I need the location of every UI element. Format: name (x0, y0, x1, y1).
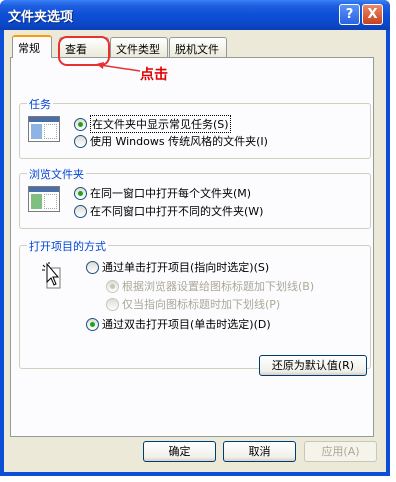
tab-offline-files[interactable]: 脱机文件 (169, 37, 227, 57)
window-title: 文件夹选项 (8, 10, 74, 25)
radio-classic-folders[interactable] (74, 134, 87, 148)
click-items-group-title: 打开项目的方式 (27, 238, 108, 254)
tasks-illustration-icon (28, 116, 60, 142)
browse-folders-group: 浏览文件夹 在同一窗口中打开每个文件夹(M) 在不同窗口中打开不同的文件夹(W) (19, 166, 371, 229)
tab-general-label: 常规 (18, 42, 40, 55)
browse-folders-group-title: 浏览文件夹 (27, 166, 86, 182)
annotation-label: 点击 (140, 67, 168, 83)
radio-underline-browser[interactable] (106, 279, 119, 293)
help-icon: ? (345, 7, 354, 22)
radio-double-click[interactable] (86, 317, 99, 331)
option-same-window-label: 在同一窗口中打开每个文件夹(M) (90, 187, 252, 200)
tab-general[interactable]: 常规 (12, 35, 52, 58)
tasks-group: 任务 在文件夹中显示常见任务(S) 使用 Windows 传统风格的文件夹(I) (19, 96, 371, 159)
apply-button[interactable]: 应用(A) (304, 441, 377, 462)
option-separate-windows-label: 在不同窗口中打开不同的文件夹(W) (90, 205, 264, 218)
option-classic-folders-label: 使用 Windows 传统风格的文件夹(I) (90, 135, 268, 148)
window-frame-right (386, 30, 390, 476)
annotation-arrow-icon (96, 62, 141, 72)
close-button[interactable]: X (362, 4, 383, 25)
restore-defaults-button[interactable]: 还原为默认值(R) (259, 355, 367, 376)
option-single-click[interactable]: 通过单击打开项目(指向时选定)(S) (86, 259, 269, 275)
option-separate-windows[interactable]: 在不同窗口中打开不同的文件夹(W) (74, 203, 263, 219)
option-double-click[interactable]: 通过双击打开项目(单击时选定)(D) (86, 316, 271, 332)
window-frame-bottom (0, 472, 390, 476)
option-underline-browser-label: 根据浏览器设置给图标标题加下划线(B) (122, 280, 315, 293)
general-tab-panel: 任务 在文件夹中显示常见任务(S) 使用 Windows 传统风格的文件夹(I)… (10, 57, 374, 437)
dialog-client-area: 常规 查看 文件类型 脱机文件 任务 在文件夹中显示常见任务(S) 使用 Win… (4, 30, 386, 472)
option-double-click-label: 通过双击打开项目(单击时选定)(D) (102, 318, 271, 331)
radio-separate-windows[interactable] (74, 204, 87, 218)
radio-same-window[interactable] (74, 186, 87, 200)
browse-illustration-icon (28, 186, 60, 212)
option-classic-folders[interactable]: 使用 Windows 传统风格的文件夹(I) (74, 133, 268, 149)
click-cursor-icon (40, 262, 66, 292)
tab-file-types[interactable]: 文件类型 (110, 37, 168, 57)
radio-underline-point[interactable] (106, 297, 119, 311)
option-show-common-tasks[interactable]: 在文件夹中显示常见任务(S) (74, 115, 231, 133)
click-items-group: 打开项目的方式 通过单击打开项目(指向时选定)(S) 根据浏览器设置给图标标题加… (19, 238, 371, 369)
close-icon: X (367, 7, 378, 22)
radio-single-click[interactable] (86, 260, 99, 274)
cancel-button[interactable]: 取消 (223, 441, 296, 462)
radio-show-common-tasks[interactable] (74, 117, 87, 131)
option-single-click-label: 通过单击打开项目(指向时选定)(S) (102, 261, 270, 274)
ok-button[interactable]: 确定 (143, 441, 216, 462)
title-bar[interactable]: 文件夹选项 ? X (0, 0, 390, 30)
tasks-group-title: 任务 (27, 96, 53, 112)
tab-offline-files-label: 脱机文件 (175, 43, 219, 56)
option-same-window[interactable]: 在同一窗口中打开每个文件夹(M) (74, 185, 251, 201)
option-underline-point[interactable]: 仅当指向图标标题时加下划线(P) (106, 296, 280, 312)
option-show-common-tasks-label: 在文件夹中显示常见任务(S) (90, 115, 231, 133)
folder-options-dialog: 文件夹选项 ? X 常规 查看 文件类型 脱机文件 任务 在文件夹中显示常见任务… (0, 0, 390, 476)
option-underline-point-label: 仅当指向图标标题时加下划线(P) (122, 298, 281, 311)
help-button[interactable]: ? (339, 4, 360, 25)
option-underline-browser[interactable]: 根据浏览器设置给图标标题加下划线(B) (106, 278, 314, 294)
tab-file-types-label: 文件类型 (116, 43, 160, 56)
